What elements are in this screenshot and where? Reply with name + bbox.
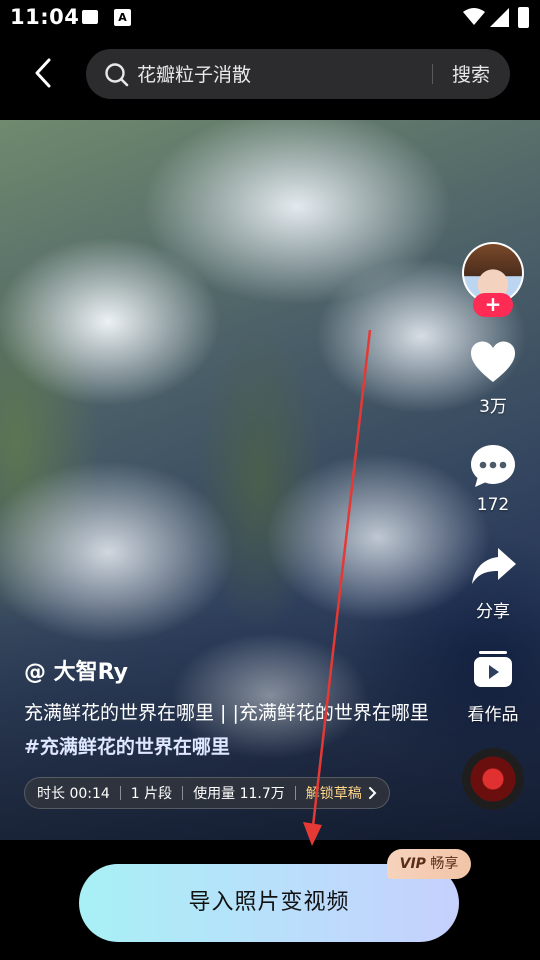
pill-divider [294, 786, 296, 800]
segments-text: 1 片段 [130, 786, 173, 802]
description-text: 充满鲜花的世界在哪里 | |充满鲜花的世界在哪里 [24, 702, 429, 724]
search-query[interactable]: 花瓣粒子消散 [137, 60, 251, 87]
status-time: 11:04 [10, 5, 80, 29]
app-notification-icon: A [114, 9, 131, 26]
search-divider [432, 64, 433, 84]
status-bar: 11:04 A [0, 0, 540, 36]
search-button[interactable]: 搜索 [452, 60, 490, 87]
wifi-icon [463, 8, 485, 25]
duration-text: 时长 00:14 [37, 786, 110, 802]
share-icon[interactable] [470, 546, 518, 586]
music-disc[interactable] [462, 748, 524, 810]
comment-icon[interactable] [469, 443, 517, 489]
vip-badge: VIP 畅享 [387, 849, 471, 879]
search-icon [105, 63, 129, 87]
vip-label: VIP [399, 856, 426, 872]
unlock-draft-link[interactable]: 解锁草稿 [306, 783, 362, 803]
like-count: 3万 [479, 397, 507, 417]
hashtag-link[interactable]: #充满鲜花的世界在哪里 [24, 736, 230, 758]
works-icon[interactable] [473, 650, 513, 688]
comment-count: 172 [476, 495, 510, 515]
video-description: 充满鲜花的世界在哪里 | |充满鲜花的世界在哪里 #充满鲜花的世界在哪里 [24, 696, 434, 764]
template-info-pill[interactable]: 时长 00:14 1 片段 使用量 11.7万 解锁草稿 [24, 777, 390, 809]
usage-text: 使用量 11.7万 [193, 786, 285, 802]
vip-badge-text: 畅享 [430, 856, 459, 872]
follow-button[interactable]: + [473, 293, 513, 317]
pill-divider [119, 786, 121, 800]
heart-icon[interactable] [469, 340, 517, 384]
chevron-right-icon [368, 787, 377, 799]
battery-icon [518, 7, 529, 28]
search-bar[interactable]: 花瓣粒子消散 搜索 [86, 49, 510, 99]
signal-icon [490, 8, 509, 27]
author-name[interactable]: @ 大智Ry [24, 654, 128, 686]
share-label: 分享 [476, 602, 510, 622]
back-arrow-icon[interactable] [28, 56, 62, 90]
pill-divider [182, 786, 184, 800]
works-label: 看作品 [467, 705, 519, 725]
gallery-notification-icon [82, 10, 98, 24]
